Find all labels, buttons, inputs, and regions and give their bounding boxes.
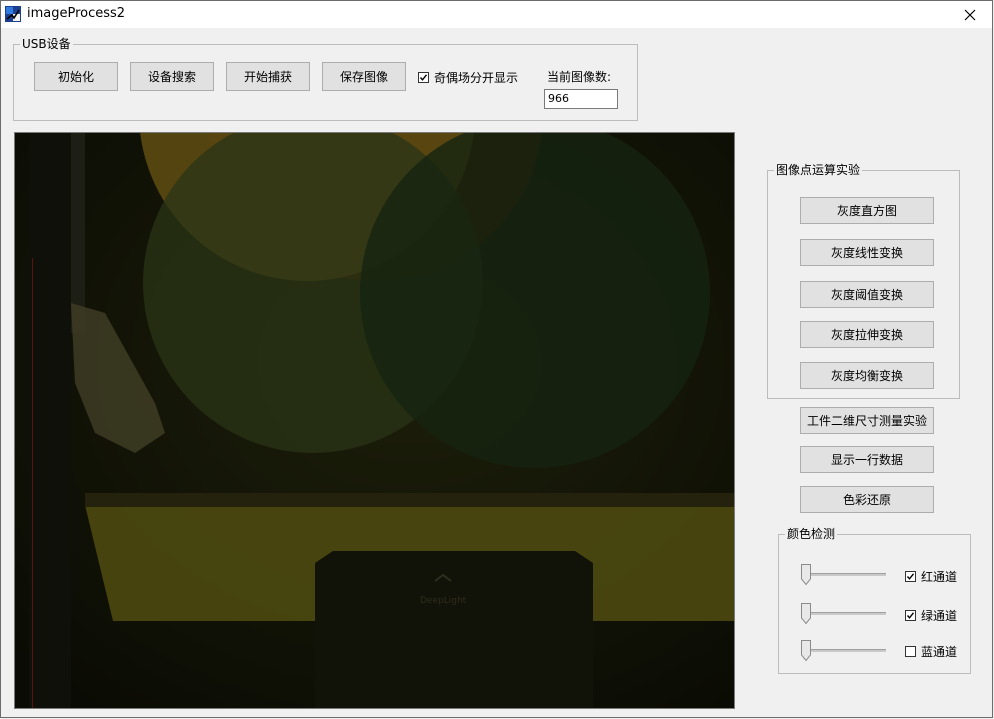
usb-group-title: USB设备 [20, 37, 73, 51]
green-slider-track [804, 612, 886, 615]
close-icon [964, 9, 976, 20]
check-icon [419, 74, 428, 81]
gray-linear-transform-button[interactable]: 灰度线性变换 [800, 239, 934, 266]
camera-logo-text: DeepLight [420, 596, 467, 606]
point-ops-title: 图像点运算实验 [774, 163, 863, 177]
start-capture-button[interactable]: 开始捕获 [226, 62, 310, 91]
color-detect-title: 颜色检测 [785, 527, 838, 541]
field-separate-checkbox[interactable]: 奇偶场分开显示 [418, 69, 518, 86]
show-row-data-button[interactable]: 显示一行数据 [800, 446, 934, 473]
main-window: imageProcess2 USB设备 初始化 设备搜索 开始捕获 保存图像 奇… [0, 0, 993, 718]
green-channel-box[interactable] [905, 610, 916, 621]
save-image-button[interactable]: 保存图像 [322, 62, 406, 91]
blue-channel-slider[interactable] [800, 638, 890, 662]
gray-threshold-transform-button[interactable]: 灰度阈值变换 [800, 281, 934, 308]
slider-thumb[interactable] [801, 640, 811, 661]
color-restore-button[interactable]: 色彩还原 [800, 486, 934, 513]
slider-thumb[interactable] [801, 564, 811, 585]
gray-stretch-transform-button[interactable]: 灰度拉伸变换 [800, 321, 934, 348]
check-icon [906, 612, 915, 619]
green-channel-slider[interactable] [800, 601, 890, 625]
workpiece-measure-button[interactable]: 工件二维尺寸测量实验 [800, 407, 934, 434]
camera-image-view: DeepLight [14, 132, 735, 709]
red-channel-checkbox[interactable]: 红通道 [905, 568, 957, 585]
blue-slider-track [804, 649, 886, 652]
device-search-button[interactable]: 设备搜索 [130, 62, 214, 91]
blue-channel-label: 蓝通道 [921, 645, 958, 659]
green-channel-label: 绿通道 [921, 609, 958, 623]
check-icon [906, 573, 915, 580]
close-button[interactable] [948, 1, 992, 28]
field-separate-label: 奇偶场分开显示 [434, 71, 519, 85]
red-slider-track [804, 573, 886, 576]
blue-channel-checkbox[interactable]: 蓝通道 [905, 643, 957, 660]
red-channel-slider[interactable] [800, 562, 890, 586]
camera-frame: DeepLight [15, 133, 734, 708]
red-channel-box[interactable] [905, 571, 916, 582]
field-separate-box[interactable] [418, 72, 429, 83]
green-channel-checkbox[interactable]: 绿通道 [905, 607, 957, 624]
image-count-label: 当前图像数: [547, 70, 612, 84]
slider-thumb[interactable] [801, 603, 811, 624]
gray-equalize-transform-button[interactable]: 灰度均衡变换 [800, 362, 934, 389]
init-button[interactable]: 初始化 [34, 62, 118, 91]
red-channel-label: 红通道 [921, 570, 958, 584]
blue-channel-box[interactable] [905, 646, 916, 657]
image-count-field[interactable]: 966 [544, 89, 618, 109]
app-icon [5, 6, 21, 22]
window-title: imageProcess2 [27, 6, 126, 21]
gray-histogram-button[interactable]: 灰度直方图 [800, 197, 934, 224]
title-bar: imageProcess2 [1, 1, 992, 28]
